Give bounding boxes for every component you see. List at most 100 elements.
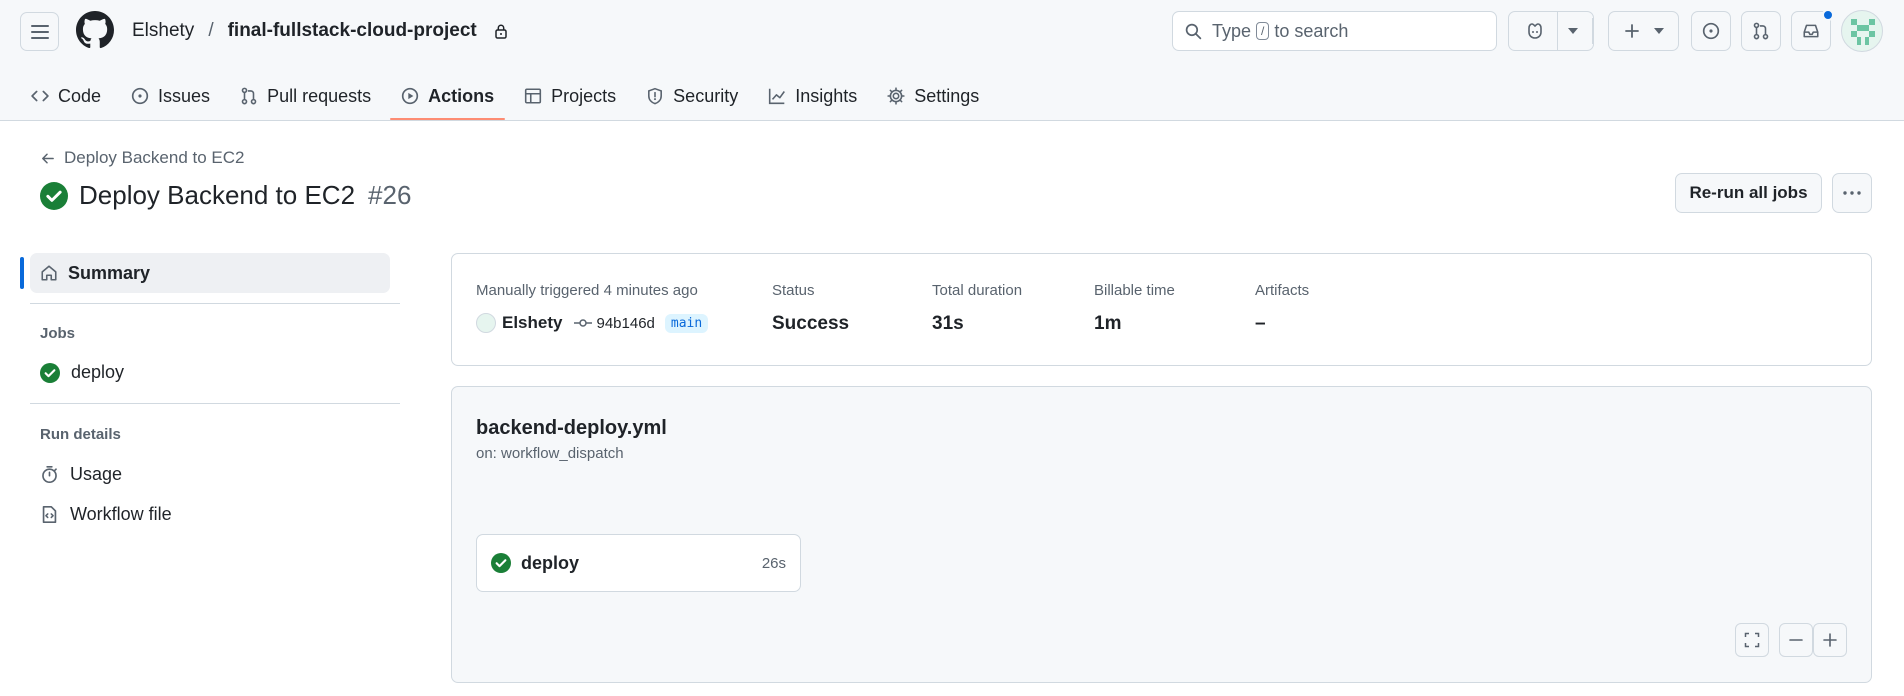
create-new-button[interactable] [1608, 11, 1679, 51]
kebab-horizontal-icon [1843, 191, 1861, 195]
split-divider [1556, 11, 1558, 51]
identicon-icon [1851, 19, 1875, 45]
plus-icon [1823, 633, 1837, 647]
tab-code[interactable]: Code [20, 72, 112, 120]
chevron-down-icon [1653, 28, 1664, 34]
job-node-deploy[interactable]: deploy 26s [476, 534, 801, 592]
workflow-file-name: backend-deploy.yml [476, 417, 667, 439]
sidebar-item-label: Usage [70, 464, 123, 484]
tab-projects[interactable]: Projects [513, 72, 627, 120]
back-link-label: Deploy Backend to EC2 [64, 148, 245, 167]
pull-requests-button[interactable] [1741, 11, 1781, 51]
tab-label: Projects [551, 85, 617, 106]
issues-button[interactable] [1691, 11, 1731, 51]
tab-label: Actions [428, 85, 495, 106]
actor-avatar [476, 313, 496, 333]
tab-pull-requests[interactable]: Pull requests [229, 72, 382, 120]
breadcrumb-separator: / [208, 20, 214, 41]
sidebar-item-label: deploy [71, 362, 125, 382]
header-divider [1592, 18, 1593, 44]
notification-dot [1822, 9, 1834, 21]
sidebar-item-usage[interactable]: Usage [40, 464, 122, 485]
home-icon [41, 265, 57, 281]
github-logo-icon[interactable] [76, 11, 114, 49]
user-avatar[interactable] [1841, 10, 1883, 52]
run-summary-card: Manually triggered 4 minutes ago Elshety… [451, 253, 1872, 366]
job-duration: 26s [761, 554, 786, 572]
page-title: Deploy Backend to EC2 #26 [40, 180, 411, 211]
commit-sha-text: 94b146d [596, 314, 655, 332]
chevron-down-icon [1567, 28, 1578, 34]
arrow-left-icon [42, 153, 54, 163]
repo-nav-tabs: Code Issues Pull requests Actions Projec… [20, 72, 998, 120]
workflow-trigger: on: workflow_dispatch [476, 445, 624, 462]
tab-security[interactable]: Security [635, 72, 749, 120]
tab-settings[interactable]: Settings [876, 72, 990, 120]
search-shortcut-key: / [1256, 22, 1270, 40]
job-name: deploy [521, 552, 580, 573]
pull-request-icon [241, 87, 257, 105]
minus-icon [1789, 639, 1803, 641]
gear-icon [887, 87, 905, 105]
file-code-icon [42, 505, 57, 524]
search-placeholder-post: to search [1274, 20, 1349, 41]
artifacts-value: – [1255, 313, 1266, 334]
table-icon [525, 88, 542, 104]
tab-label: Settings [914, 85, 980, 106]
menu-button[interactable] [20, 12, 59, 51]
tab-issues[interactable]: Issues [120, 72, 221, 120]
trigger-actor: Elshety 94b146d main [476, 313, 709, 333]
active-indicator [20, 257, 24, 289]
issue-icon [1702, 22, 1720, 40]
artifacts-label: Artifacts [1255, 282, 1310, 299]
check-circle-fill-icon [40, 181, 68, 210]
copilot-button[interactable] [1508, 11, 1594, 51]
tab-label: Pull requests [267, 85, 372, 106]
status-value: Success [772, 313, 850, 334]
workflow-graph: backend-deploy.yml on: workflow_dispatch… [451, 386, 1872, 683]
tab-insights[interactable]: Insights [757, 72, 868, 120]
commit-sha[interactable]: 94b146d [574, 314, 655, 332]
lock-icon [494, 24, 507, 39]
screen-full-icon [1744, 632, 1760, 648]
sidebar-divider [30, 403, 400, 404]
billable-label: Billable time [1094, 282, 1175, 299]
graph-icon [769, 88, 786, 105]
sidebar-divider [30, 303, 400, 304]
back-link[interactable]: Deploy Backend to EC2 [40, 148, 245, 168]
run-details-heading: Run details [40, 426, 121, 443]
actor-name[interactable]: Elshety [502, 313, 562, 333]
run-number: #26 [368, 180, 412, 210]
repo-name-link[interactable]: final-fullstack-cloud-project [228, 20, 477, 42]
sidebar-item-summary[interactable]: Summary [30, 253, 390, 293]
branch-label[interactable]: main [664, 313, 709, 333]
jobs-heading: Jobs [40, 325, 76, 342]
search-input[interactable]: Type / to search [1172, 11, 1497, 51]
zoom-in-button[interactable] [1813, 623, 1847, 657]
status-label: Status [772, 282, 815, 299]
sidebar-item-label: Workflow file [70, 504, 172, 524]
rerun-all-jobs-button[interactable]: Re-run all jobs [1675, 173, 1822, 213]
duration-value: 31s [932, 313, 964, 334]
repo-owner-link[interactable]: Elshety [132, 20, 194, 42]
stopwatch-icon [42, 465, 57, 484]
tab-label: Code [58, 85, 102, 106]
plus-icon [1624, 24, 1639, 38]
sidebar-item-deploy[interactable]: deploy [40, 362, 124, 383]
zoom-out-button[interactable] [1779, 623, 1813, 657]
run-title-text: Deploy Backend to EC2 [79, 180, 356, 210]
pull-request-icon [1753, 22, 1769, 40]
more-options-button[interactable] [1832, 173, 1872, 213]
trigger-label: Manually triggered 4 minutes ago [476, 282, 698, 299]
check-circle-fill-icon [40, 362, 60, 383]
fullscreen-button[interactable] [1735, 623, 1769, 657]
tab-label: Insights [795, 85, 858, 106]
hamburger-icon [30, 24, 49, 39]
issue-icon [131, 87, 149, 105]
tab-actions[interactable]: Actions [390, 72, 506, 120]
duration-label: Total duration [932, 282, 1023, 299]
code-icon [31, 90, 49, 102]
sidebar-item-label: Summary [68, 262, 151, 283]
sidebar-item-workflow-file[interactable]: Workflow file [40, 504, 172, 525]
copilot-icon [1527, 23, 1542, 39]
